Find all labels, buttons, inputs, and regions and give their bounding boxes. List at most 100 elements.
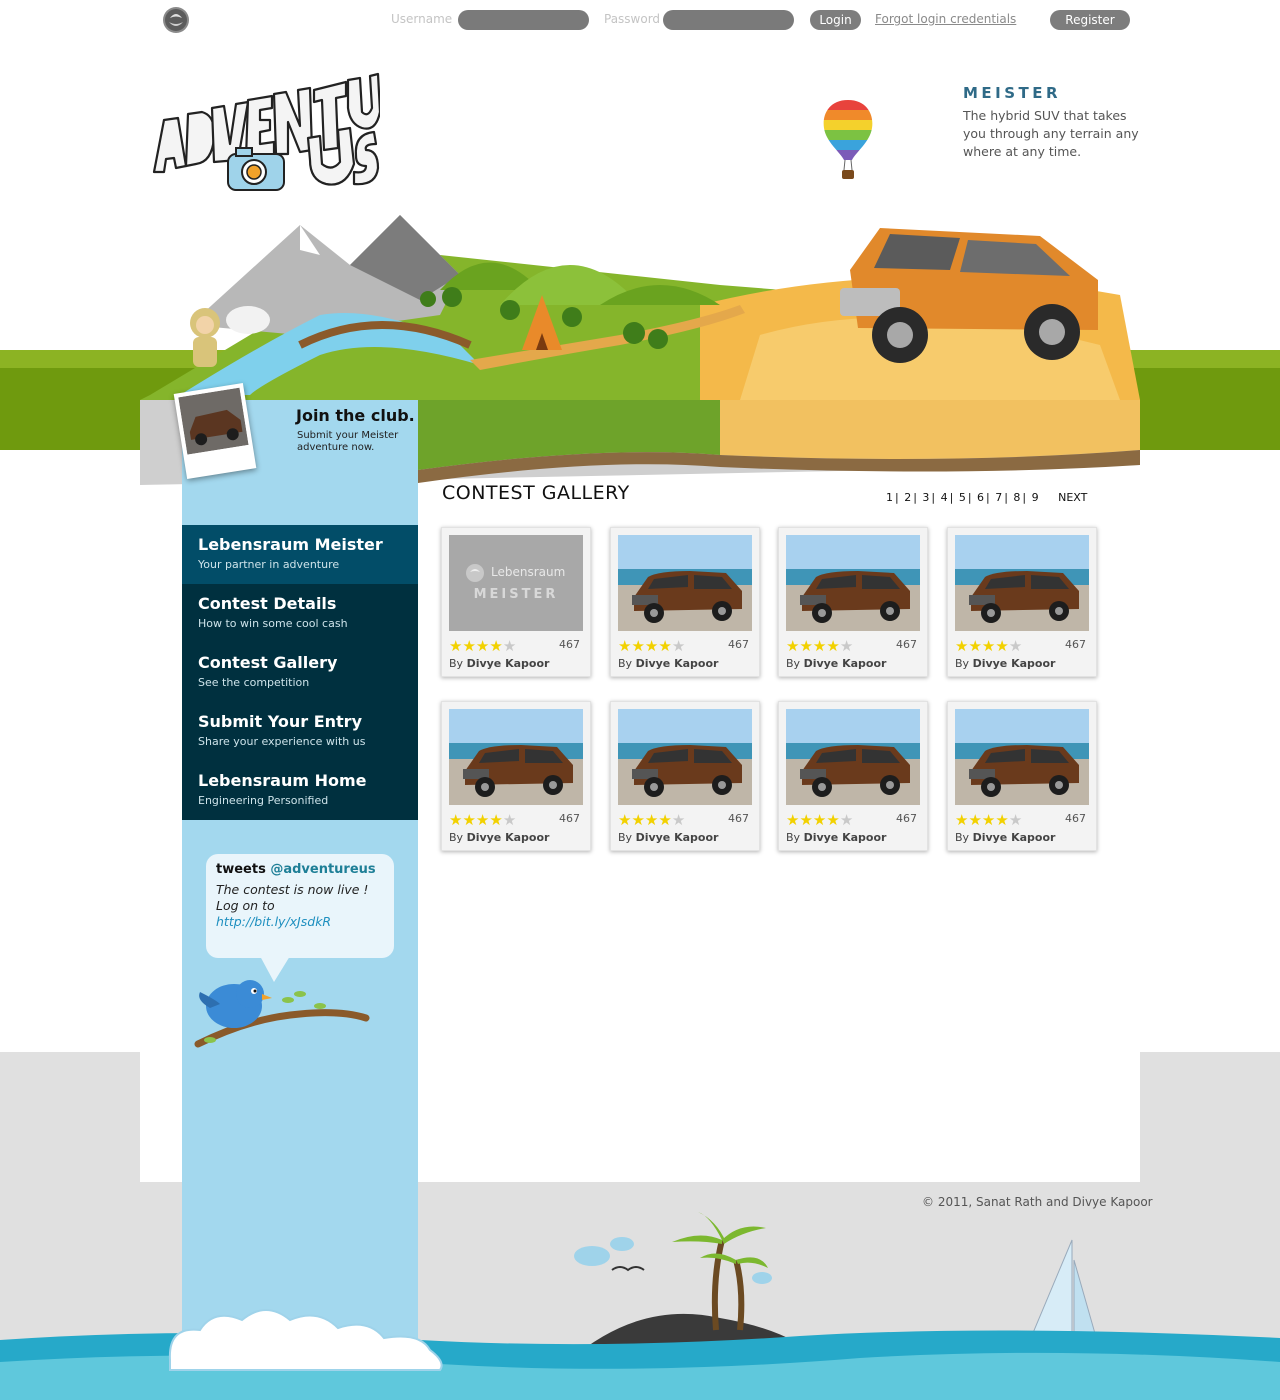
page-link-2[interactable]: 2: [904, 491, 911, 504]
rating-stars[interactable]: ★★★★★: [786, 810, 853, 829]
star-icon[interactable]: ★: [995, 811, 1008, 829]
star-icon[interactable]: ★: [503, 637, 516, 655]
star-icon[interactable]: ★: [799, 811, 812, 829]
tweet-text: The contest is now live ! Log on to: [216, 882, 369, 913]
star-icon[interactable]: ★: [658, 637, 671, 655]
author-name[interactable]: Divye Kapoor: [804, 831, 887, 844]
by-label: By: [955, 831, 970, 844]
adventure-us-logo[interactable]: [150, 68, 380, 193]
rating-stars[interactable]: ★★★★★: [449, 810, 516, 829]
twitter-bird-icon[interactable]: [190, 948, 380, 1060]
star-icon[interactable]: ★: [618, 811, 631, 829]
star-icon[interactable]: ★: [968, 811, 981, 829]
star-icon[interactable]: ★: [826, 637, 839, 655]
star-icon[interactable]: ★: [672, 637, 685, 655]
star-icon[interactable]: ★: [982, 637, 995, 655]
star-icon[interactable]: ★: [476, 637, 489, 655]
star-icon[interactable]: ★: [449, 811, 462, 829]
gallery-card[interactable]: ★★★★★ 467 By Divye Kapoor: [610, 701, 760, 851]
gallery-card[interactable]: Lebensraum MEISTER ★★★★★ 467 By Divye Kapoor: [441, 527, 591, 677]
entry-photo: [955, 709, 1089, 805]
entry-photo: [618, 709, 752, 805]
vote-count: 467: [728, 638, 749, 651]
star-icon[interactable]: ★: [955, 811, 968, 829]
username-input[interactable]: [458, 10, 589, 30]
rating-stars[interactable]: ★★★★★: [786, 636, 853, 655]
page-link-8[interactable]: 8: [1013, 491, 1020, 504]
gallery-card[interactable]: ★★★★★ 467 By Divye Kapoor: [441, 701, 591, 851]
author-name[interactable]: Divye Kapoor: [804, 657, 887, 670]
star-icon[interactable]: ★: [631, 637, 644, 655]
nav-item-title: Contest Details: [198, 594, 337, 613]
page-link-6[interactable]: 6: [977, 491, 984, 504]
star-icon[interactable]: ★: [786, 637, 799, 655]
vote-count: 467: [559, 812, 580, 825]
rating-stars[interactable]: ★★★★★: [618, 636, 685, 655]
password-input[interactable]: [663, 10, 794, 30]
star-icon[interactable]: ★: [631, 811, 644, 829]
gallery-card[interactable]: ★★★★★ 467 By Divye Kapoor: [778, 527, 928, 677]
author-name[interactable]: Divye Kapoor: [467, 657, 550, 670]
author-name[interactable]: Divye Kapoor: [973, 657, 1056, 670]
gallery-card[interactable]: ★★★★★ 467 By Divye Kapoor: [610, 527, 760, 677]
star-icon[interactable]: ★: [645, 811, 658, 829]
twitter-handle-link[interactable]: @adventureus: [270, 862, 375, 877]
page-link-5[interactable]: 5: [959, 491, 966, 504]
star-icon[interactable]: ★: [489, 811, 502, 829]
star-icon[interactable]: ★: [1009, 637, 1022, 655]
tweet-link[interactable]: http://bit.ly/xJsdkR: [216, 914, 331, 929]
rating-stars[interactable]: ★★★★★: [955, 636, 1022, 655]
star-icon[interactable]: ★: [955, 637, 968, 655]
nav-item-submit-entry[interactable]: Submit Your Entry Share your experience …: [182, 702, 418, 761]
nav-item-lebensraum-meister[interactable]: Lebensraum Meister Your partner in adven…: [182, 525, 418, 584]
rating-stars[interactable]: ★★★★★: [618, 810, 685, 829]
star-icon[interactable]: ★: [840, 811, 853, 829]
star-icon[interactable]: ★: [826, 811, 839, 829]
star-icon[interactable]: ★: [489, 637, 502, 655]
star-icon[interactable]: ★: [982, 811, 995, 829]
gallery-card[interactable]: ★★★★★ 467 By Divye Kapoor: [947, 527, 1097, 677]
author-name[interactable]: Divye Kapoor: [636, 831, 719, 844]
star-icon[interactable]: ★: [813, 811, 826, 829]
nav-item-contest-details[interactable]: Contest Details How to win some cool cas…: [182, 584, 418, 643]
page-link-4[interactable]: 4: [941, 491, 948, 504]
star-icon[interactable]: ★: [462, 811, 475, 829]
register-button[interactable]: Register: [1050, 10, 1130, 30]
author-name[interactable]: Divye Kapoor: [467, 831, 550, 844]
brand-logo-icon: [465, 563, 485, 587]
nav-item-contest-gallery[interactable]: Contest Gallery See the competition: [182, 643, 418, 702]
star-icon[interactable]: ★: [618, 637, 631, 655]
star-icon[interactable]: ★: [995, 637, 1008, 655]
vote-count: 467: [896, 638, 917, 651]
rating-stars[interactable]: ★★★★★: [955, 810, 1022, 829]
star-icon[interactable]: ★: [968, 637, 981, 655]
site-logo-icon[interactable]: [162, 6, 190, 34]
author-name[interactable]: Divye Kapoor: [973, 831, 1056, 844]
star-icon[interactable]: ★: [813, 637, 826, 655]
gallery-card[interactable]: ★★★★★ 467 By Divye Kapoor: [947, 701, 1097, 851]
star-icon[interactable]: ★: [840, 637, 853, 655]
star-icon[interactable]: ★: [449, 637, 462, 655]
page-link-3[interactable]: 3: [922, 491, 929, 504]
star-icon[interactable]: ★: [786, 811, 799, 829]
star-icon[interactable]: ★: [462, 637, 475, 655]
page-link-7[interactable]: 7: [995, 491, 1002, 504]
gallery-card[interactable]: ★★★★★ 467 By Divye Kapoor: [778, 701, 928, 851]
author-name[interactable]: Divye Kapoor: [636, 657, 719, 670]
page-link-9[interactable]: 9: [1032, 491, 1039, 504]
star-icon[interactable]: ★: [503, 811, 516, 829]
next-page-link[interactable]: NEXT: [1058, 491, 1087, 504]
star-icon[interactable]: ★: [799, 637, 812, 655]
page-link-1[interactable]: 1: [886, 491, 893, 504]
login-button[interactable]: Login: [810, 10, 861, 30]
forgot-credentials-link[interactable]: Forgot login credentials: [875, 12, 1016, 26]
star-icon[interactable]: ★: [645, 637, 658, 655]
star-icon[interactable]: ★: [476, 811, 489, 829]
entry-author: By Divye Kapoor: [449, 831, 549, 844]
star-icon[interactable]: ★: [1009, 811, 1022, 829]
rating-stars[interactable]: ★★★★★: [449, 636, 516, 655]
star-icon[interactable]: ★: [658, 811, 671, 829]
star-icon[interactable]: ★: [672, 811, 685, 829]
nav-item-lebensraum-home[interactable]: Lebensraum Home Engineering Personified: [182, 761, 418, 820]
island-sea-illustration: [0, 1212, 1280, 1400]
